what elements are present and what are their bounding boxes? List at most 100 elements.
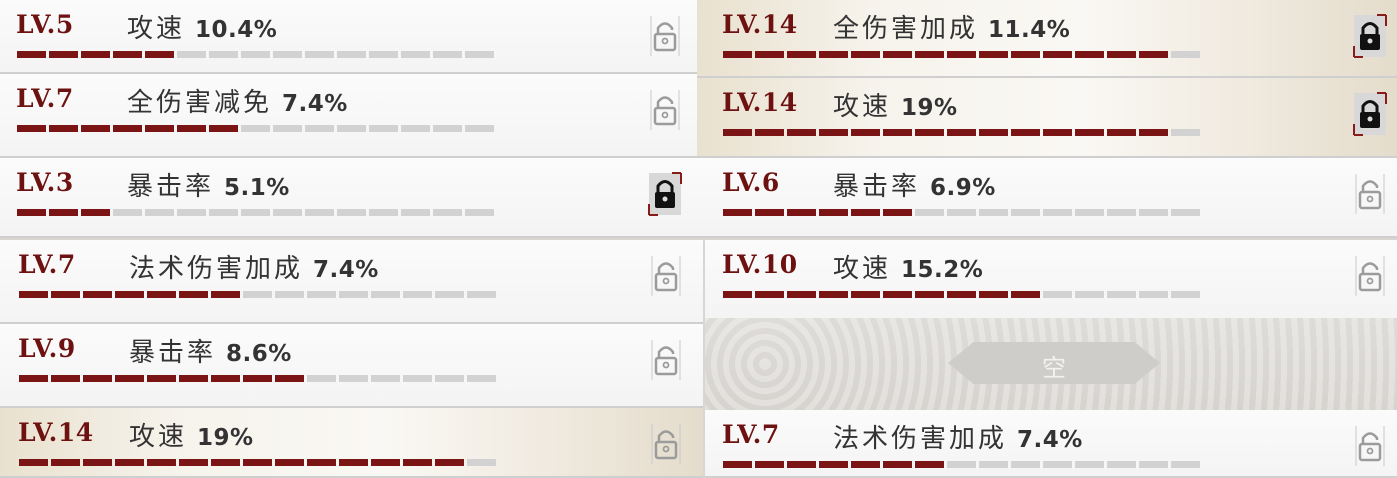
affix-level: LV.14: [722, 88, 798, 117]
affix-row[interactable]: LV.9 暴击率 8.6%: [0, 324, 703, 408]
progress-segment-filled: [51, 375, 80, 382]
unlock-icon[interactable]: [1353, 424, 1387, 468]
progress-segment-filled: [723, 51, 752, 58]
affix-level: LV.14: [722, 10, 798, 39]
unlock-icon[interactable]: [648, 14, 682, 58]
progress-segment-filled: [211, 375, 240, 382]
progress-segment-empty: [337, 51, 366, 58]
progress-segment-filled: [81, 125, 110, 132]
affix-stat: 全伤害加成 11.4%: [833, 8, 1070, 45]
progress-segment-empty: [1171, 51, 1200, 58]
affix-row[interactable]: LV.7 全伤害减免 7.4%: [0, 74, 697, 158]
affix-row[interactable]: LV.7 法术伤害加成 7.4%: [0, 240, 703, 324]
level-progress-bar: [19, 459, 496, 466]
affix-level: LV.6: [722, 168, 780, 197]
progress-segment-empty: [1075, 291, 1104, 298]
affix-stat-value: 8.6%: [226, 341, 292, 367]
unlock-icon[interactable]: [649, 254, 683, 298]
progress-segment-empty: [371, 291, 400, 298]
progress-segment-filled: [1043, 129, 1072, 136]
lock-icon[interactable]: [1353, 92, 1387, 136]
affix-row[interactable]: LV.5 攻速 10.4%: [0, 0, 697, 74]
progress-segment-filled: [723, 129, 752, 136]
affix-stat: 全伤害减免 7.4%: [127, 82, 348, 119]
progress-segment-filled: [915, 291, 944, 298]
progress-segment-empty: [1075, 209, 1104, 216]
progress-segment-empty: [1043, 291, 1072, 298]
progress-segment-empty: [467, 375, 496, 382]
level-progress-bar: [17, 51, 494, 58]
progress-segment-empty: [1075, 461, 1104, 468]
progress-segment-filled: [403, 459, 432, 466]
progress-segment-filled: [243, 375, 272, 382]
progress-segment-empty: [177, 51, 206, 58]
progress-segment-empty: [433, 51, 462, 58]
progress-segment-empty: [1171, 461, 1200, 468]
affix-row[interactable]: LV.10 攻速 15.2%: [705, 240, 1397, 320]
affix-stat: 攻速 19%: [129, 416, 254, 453]
progress-segment-empty: [467, 459, 496, 466]
level-progress-bar: [723, 51, 1200, 58]
progress-segment-filled: [755, 209, 784, 216]
progress-segment-filled: [947, 129, 976, 136]
progress-segment-empty: [1139, 291, 1168, 298]
affix-row[interactable]: LV.3 暴击率 5.1%: [0, 158, 697, 238]
progress-segment-filled: [1139, 51, 1168, 58]
progress-segment-filled: [915, 461, 944, 468]
progress-segment-empty: [369, 51, 398, 58]
affix-stat-name: 全伤害减免: [127, 88, 273, 118]
affix-panel-2: LV.14 全伤害加成 11.4% LV.14 攻速 19% LV.6 暴击率 6.9%: [697, 0, 1397, 238]
lock-icon[interactable]: [648, 172, 682, 216]
affix-stat: 攻速 19%: [833, 86, 958, 123]
affix-stat: 暴击率 8.6%: [129, 332, 292, 369]
progress-segment-filled: [115, 375, 144, 382]
progress-segment-empty: [307, 291, 336, 298]
progress-segment-filled: [49, 125, 78, 132]
progress-segment-filled: [1075, 51, 1104, 58]
unlock-icon[interactable]: [649, 422, 683, 466]
unlock-icon[interactable]: [1353, 172, 1387, 216]
progress-segment-filled: [147, 459, 176, 466]
progress-segment-empty: [273, 51, 302, 58]
progress-segment-filled: [883, 209, 912, 216]
progress-segment-filled: [243, 459, 272, 466]
affix-row[interactable]: LV.14 攻速 19%: [697, 78, 1397, 158]
empty-slot[interactable]: 空: [705, 318, 1397, 410]
affix-level: LV.10: [722, 250, 798, 279]
progress-segment-empty: [337, 209, 366, 216]
progress-segment-empty: [1043, 461, 1072, 468]
progress-segment-filled: [17, 51, 46, 58]
unlock-icon[interactable]: [649, 338, 683, 382]
affix-level: LV.7: [722, 420, 780, 449]
unlock-icon[interactable]: [1353, 254, 1387, 298]
progress-segment-filled: [17, 125, 46, 132]
progress-segment-empty: [243, 291, 272, 298]
lock-icon[interactable]: [1353, 14, 1387, 58]
progress-segment-empty: [241, 125, 270, 132]
progress-segment-empty: [1107, 461, 1136, 468]
affix-stat-value: 19%: [901, 95, 958, 121]
progress-segment-filled: [435, 459, 464, 466]
progress-segment-filled: [787, 461, 816, 468]
affix-row[interactable]: LV.7 法术伤害加成 7.4%: [705, 410, 1397, 478]
unlock-icon[interactable]: [648, 88, 682, 132]
affix-row[interactable]: LV.14 全伤害加成 11.4%: [697, 0, 1397, 78]
progress-segment-filled: [147, 291, 176, 298]
progress-segment-filled: [1107, 129, 1136, 136]
progress-segment-empty: [401, 209, 430, 216]
affix-level: LV.9: [18, 334, 76, 363]
progress-segment-filled: [1011, 291, 1040, 298]
progress-segment-filled: [1139, 129, 1168, 136]
progress-segment-empty: [273, 209, 302, 216]
affix-row[interactable]: LV.6 暴击率 6.9%: [697, 158, 1397, 238]
progress-segment-filled: [275, 459, 304, 466]
progress-segment-filled: [883, 461, 912, 468]
progress-segment-filled: [51, 291, 80, 298]
progress-segment-filled: [209, 125, 238, 132]
progress-segment-filled: [17, 209, 46, 216]
progress-segment-empty: [1139, 209, 1168, 216]
affix-row[interactable]: LV.14 攻速 19%: [0, 408, 703, 478]
progress-segment-filled: [723, 209, 752, 216]
affix-stat-value: 15.2%: [901, 257, 984, 283]
progress-segment-filled: [81, 209, 110, 216]
